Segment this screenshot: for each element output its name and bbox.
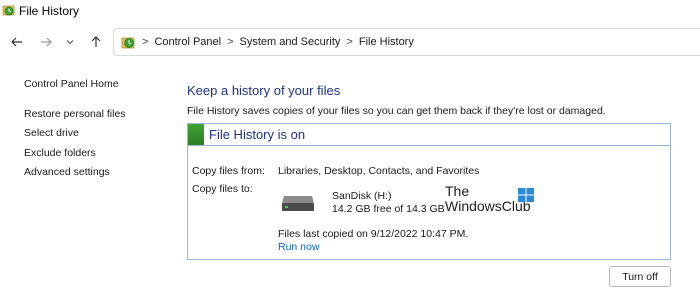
breadcrumb-separator: > (227, 36, 234, 48)
turn-off-button[interactable]: Turn off (609, 266, 671, 287)
status-title: File History is on (209, 127, 306, 142)
file-history-icon (2, 3, 16, 17)
run-now-link[interactable]: Run now (278, 241, 319, 253)
up-button[interactable] (87, 33, 105, 51)
title-bar: File History (0, 0, 700, 26)
drive-icon (281, 194, 315, 212)
breadcrumb-system-and-security[interactable]: System and Security (240, 36, 341, 48)
sidebar-item-select-drive[interactable]: Select drive (24, 127, 79, 139)
breadcrumb-separator: > (346, 36, 353, 48)
back-button[interactable] (8, 33, 26, 51)
chevron-down-icon (66, 40, 74, 45)
last-copied-text: Files last copied on 9/12/2022 10:47 PM. (278, 228, 469, 240)
window-title: File History (19, 4, 80, 18)
file-history-icon (121, 34, 137, 50)
watermark: The WindowsClub (445, 183, 541, 217)
file-history-window: File History > Control Panel > System an… (0, 0, 700, 305)
breadcrumb-control-panel[interactable]: Control Panel (154, 36, 221, 48)
sidebar-item-advanced-settings[interactable]: Advanced settings (24, 166, 110, 178)
drive-name: SanDisk (H:) (332, 190, 392, 202)
address-bar[interactable]: > Control Panel > System and Security > … (113, 28, 700, 56)
status-indicator (188, 124, 204, 145)
recent-locations-button[interactable] (63, 33, 77, 51)
breadcrumb-separator: > (142, 36, 149, 48)
copy-from-value: Libraries, Desktop, Contacts, and Favori… (278, 165, 480, 177)
up-arrow-icon (91, 36, 101, 47)
page-description: File History saves copies of your files … (187, 105, 606, 117)
status-header: File History is on (188, 124, 670, 146)
forward-arrow-icon (41, 37, 52, 47)
sidebar-item-exclude-folders[interactable]: Exclude folders (24, 147, 96, 159)
breadcrumb-file-history[interactable]: File History (359, 36, 414, 48)
breadcrumb: > Control Panel > System and Security > … (142, 29, 414, 55)
windows-logo-icon (518, 188, 534, 202)
copy-to-label: Copy files to: (192, 183, 253, 195)
sidebar-item-restore-personal-files[interactable]: Restore personal files (24, 108, 126, 120)
forward-button[interactable] (37, 33, 55, 51)
watermark-line1: The (445, 183, 470, 199)
back-arrow-icon (11, 37, 22, 47)
copy-from-label: Copy files from: (192, 165, 265, 177)
control-panel-home-link[interactable]: Control Panel Home (24, 78, 119, 90)
drive-space: 14.2 GB free of 14.3 GB (332, 203, 445, 215)
page-title: Keep a history of your files (187, 83, 341, 98)
status-panel: File History is on Copy files from: Libr… (187, 123, 671, 260)
